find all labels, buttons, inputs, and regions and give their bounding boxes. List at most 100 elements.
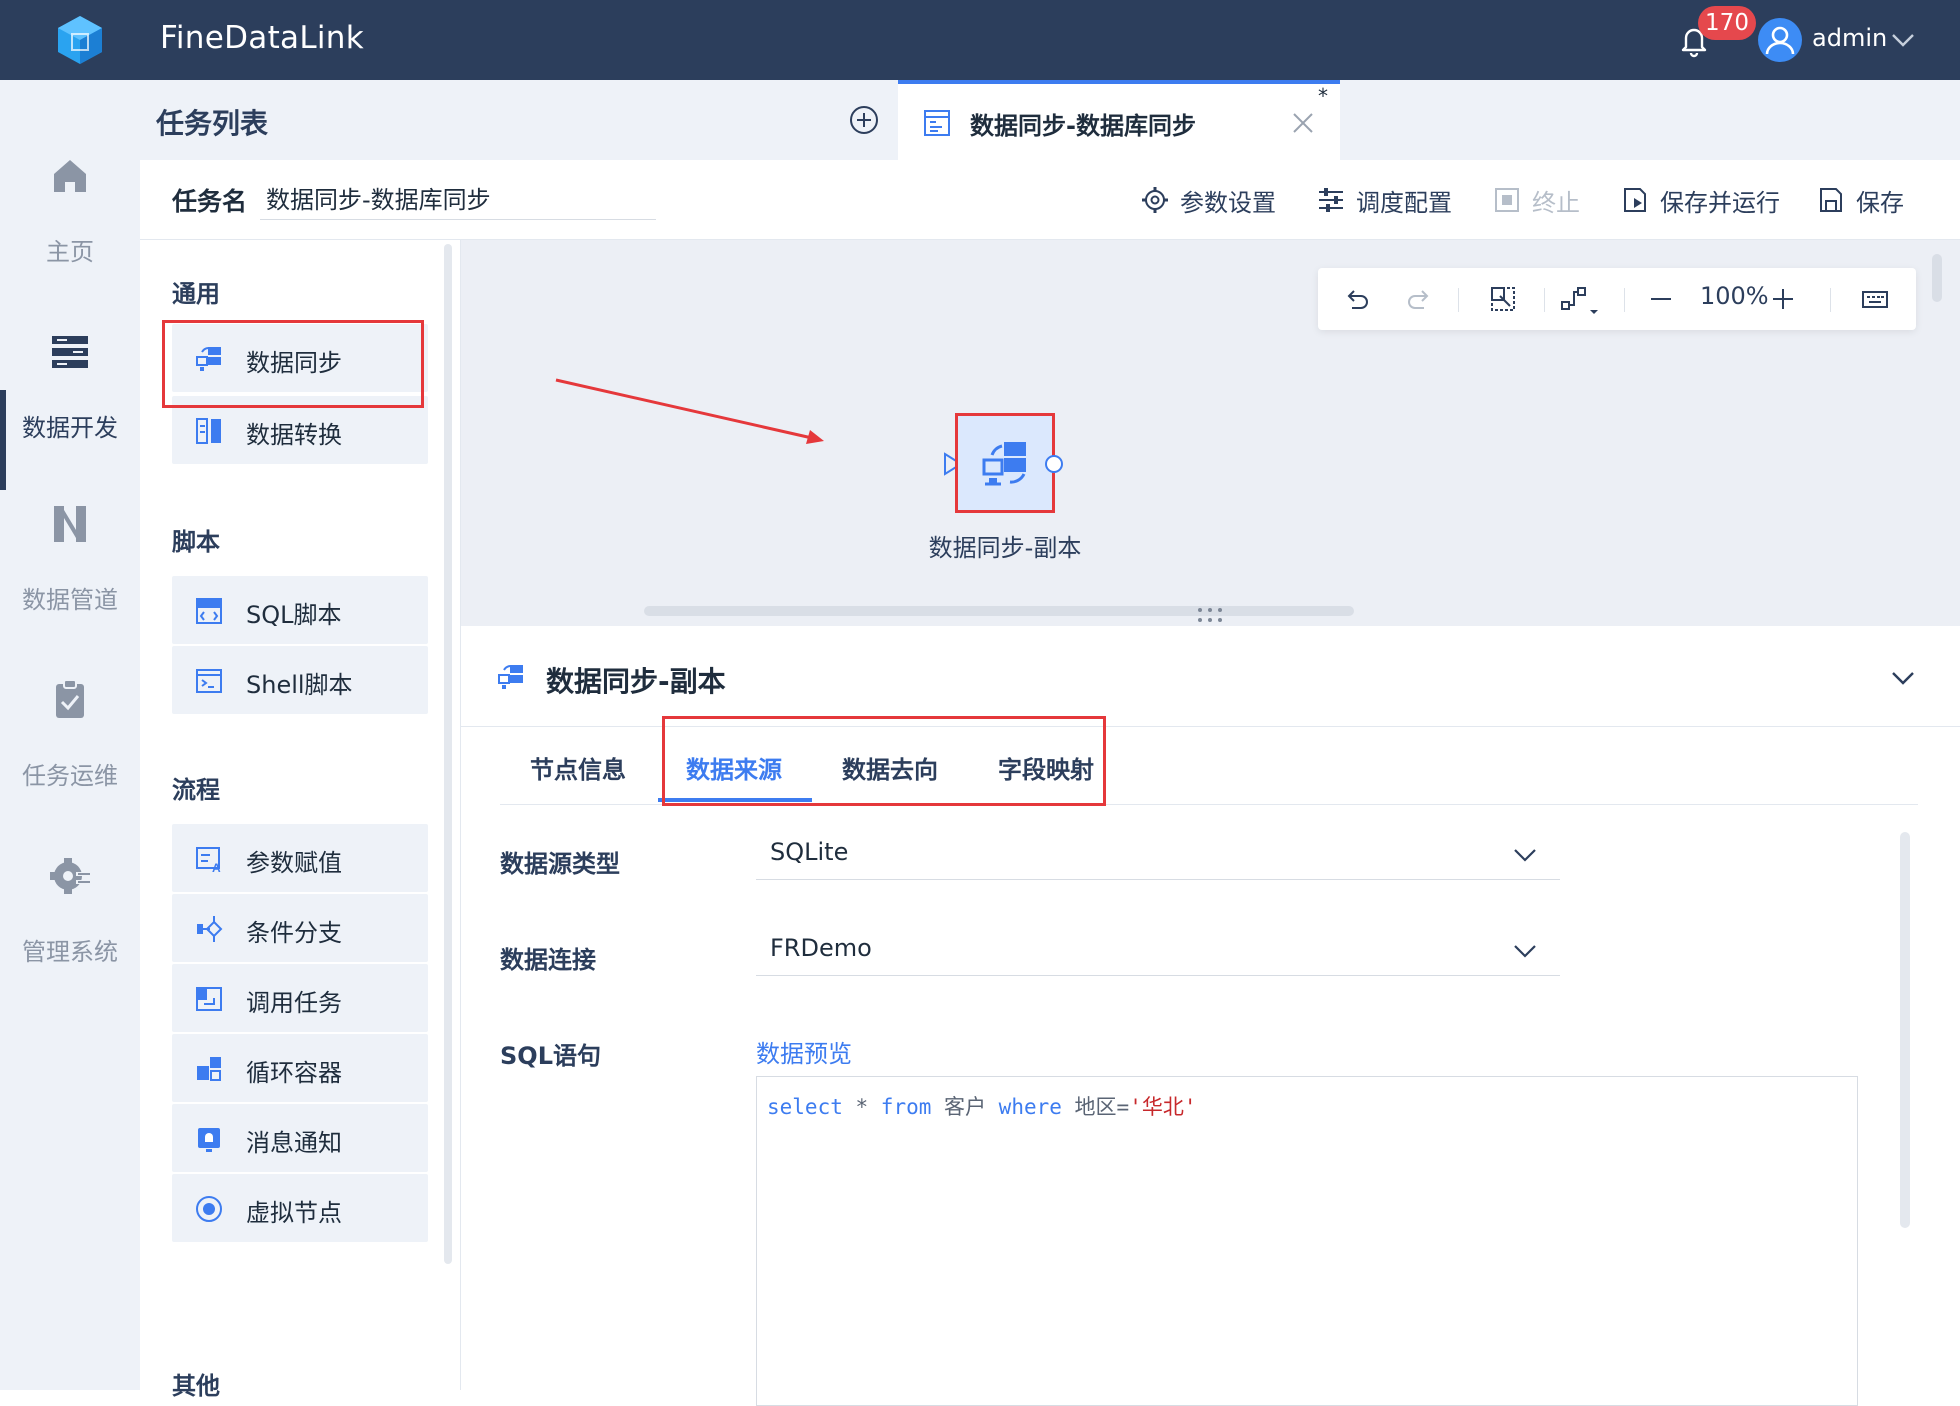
palette-item-message-notify[interactable]: 消息通知 [172,1104,428,1172]
palette-item-label: 数据同步 [246,349,342,377]
canvas-vertical-scrollbar[interactable] [1932,254,1942,302]
palette-item-virtual-node[interactable]: 虚拟节点 [172,1174,428,1242]
finedatalink-logo-icon [58,16,102,64]
canvas-toolbar [1318,268,1916,330]
sliders-icon [1319,188,1343,212]
keyboard-icon[interactable] [1860,284,1890,314]
nav-task-ops[interactable]: 任务运维 [0,676,140,836]
palette-item-shell-script[interactable]: Shell脚本 [172,646,428,714]
palette-item-condition-branch[interactable]: 条件分支 [172,894,428,962]
data-sync-node-icon [982,442,1026,486]
save-and-run-button[interactable]: 保存并运行 [1620,182,1780,218]
chevron-down-icon[interactable] [1890,28,1916,52]
undo-icon[interactable] [1342,284,1372,314]
sql-identifier: 地区= [1061,1095,1130,1119]
loop-container-icon [197,1057,221,1081]
tab-node-info[interactable]: 节点信息 [530,750,626,785]
task-name-bar: 任务名 数据同步-数据库同步 参数设置 调度配置 终止 保存并运行 保存 [140,160,1960,240]
param-settings-button[interactable]: 参数设置 [1140,182,1276,218]
palette-item-label: 条件分支 [246,919,342,947]
toolbar-divider [1624,288,1625,312]
detail-title: 数据同步-副本 [546,665,726,698]
palette-scrollbar[interactable] [444,244,452,1264]
nav-label-data-dev: 数据开发 [22,414,118,442]
palette-item-label: 调用任务 [246,989,342,1017]
task-ops-icon [56,679,84,718]
annotation-arrow [555,378,824,444]
palette-item-data-sync[interactable]: 数据同步 [172,324,428,392]
zoom-in-icon[interactable] [1768,284,1798,314]
tab-strip-empty [1340,80,1960,160]
resize-handle-icon[interactable] [1196,606,1224,626]
canvas-node-data-sync-copy[interactable] [955,413,1055,513]
sql-keyword: where [998,1095,1062,1119]
nav-active-indicator [0,390,6,490]
palette-item-label: 消息通知 [246,1129,342,1157]
add-task-icon[interactable] [848,104,880,136]
chevron-down-icon[interactable] [1888,664,1918,692]
task-list-header: 任务列表 [140,80,898,160]
group-other: 其他 [172,1372,220,1400]
sql-editor[interactable]: select * from 客户 where 地区='华北' [756,1076,1858,1406]
data-preview-link[interactable]: 数据预览 [756,1034,852,1069]
param-assign-icon: A [196,847,221,874]
sql-label: SQL语句 [500,1042,601,1070]
task-list-title: 任务列表 [156,107,269,140]
form-scrollbar[interactable] [1900,832,1910,1228]
nav-label-task-ops: 任务运维 [22,762,118,790]
zoom-out-icon[interactable] [1646,284,1676,314]
palette-item-data-transform[interactable]: 数据转换 [172,396,428,464]
stop-button[interactable]: 终止 [1492,182,1580,218]
auto-layout-icon[interactable] [1560,284,1600,314]
param-settings-label: 参数设置 [1180,188,1276,217]
virtual-node-icon [196,1196,222,1222]
home-icon [54,160,86,192]
palette-item-label: 数据转换 [246,421,342,449]
nav-data-dev[interactable]: 数据开发 [0,328,140,488]
tab-data-sync-db[interactable]: 数据同步-数据库同步 * [898,80,1340,160]
task-name-input[interactable]: 数据同步-数据库同步 [260,180,656,220]
save-button[interactable]: 保存 [1816,182,1904,218]
nav-label-home: 主页 [46,238,94,266]
source-type-label: 数据源类型 [500,850,620,878]
palette-item-label: 虚拟节点 [246,1199,342,1227]
chevron-down-icon [1514,849,1536,862]
stop-label: 终止 [1532,188,1580,217]
username[interactable]: admin [1812,24,1887,52]
stop-icon [1495,188,1519,212]
connection-select[interactable]: FRDemo [756,930,1560,976]
source-type-value: SQLite [770,838,849,866]
nav-pipeline[interactable]: 数据管道 [0,500,140,660]
sql-keyword: select [767,1095,843,1119]
palette-item-sql-script[interactable]: SQL脚本 [172,576,428,644]
tab-data-target[interactable]: 数据去向 [842,750,938,785]
source-type-select[interactable]: SQLite [756,834,1560,880]
active-tab-indicator [658,798,812,802]
sql-operator: * [842,1095,881,1119]
data-sync-icon [196,347,221,371]
nav-home[interactable]: 主页 [0,152,140,312]
fit-view-icon[interactable] [1488,284,1518,314]
nav-admin[interactable]: 管理系统 [0,852,140,1012]
save-icon [1820,188,1842,212]
svg-text:A: A [212,861,221,874]
group-flow: 流程 [172,776,220,804]
call-task-icon [196,987,222,1011]
palette-item-call-task[interactable]: 调用任务 [172,964,428,1032]
tab-data-source[interactable]: 数据来源 [686,750,782,785]
connection-label: 数据连接 [500,946,596,974]
sql-code-line: select * from 客户 where 地区='华北' [767,1091,1196,1121]
redo-icon[interactable] [1404,284,1434,314]
gear-icon [1142,187,1168,213]
canvas-horizontal-scrollbar[interactable] [644,606,1354,616]
schedule-config-button[interactable]: 调度配置 [1316,182,1452,218]
tab-field-mapping[interactable]: 字段映射 [998,750,1094,785]
user-avatar[interactable] [1758,18,1802,62]
sql-keyword: from [880,1095,932,1119]
group-script: 脚本 [172,528,220,556]
close-icon[interactable] [1290,110,1316,136]
node-output-port-icon[interactable] [1042,452,1066,476]
palette-item-param-assign[interactable]: A 参数赋值 [172,824,428,892]
user-icon [1765,26,1795,55]
palette-item-loop-container[interactable]: 循环容器 [172,1034,428,1102]
